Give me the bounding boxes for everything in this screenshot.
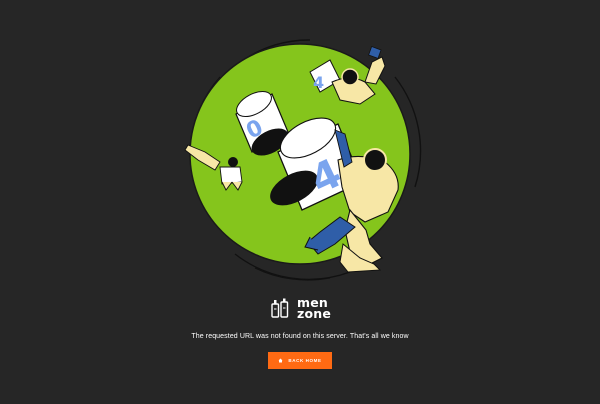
svg-text:4: 4 bbox=[313, 73, 324, 92]
back-home-label: Back home bbox=[288, 358, 322, 363]
back-home-button[interactable]: Back home bbox=[268, 352, 332, 369]
home-icon bbox=[278, 358, 283, 363]
error-404-page: 0 4 4 men zone The requested URL was not… bbox=[0, 0, 600, 404]
logo-wordmark: men zone bbox=[297, 296, 332, 321]
astronaut-404-illustration: 0 4 4 bbox=[184, 39, 422, 281]
menzone-logo[interactable]: men zone bbox=[269, 296, 331, 320]
error-message: The requested URL was not found on this … bbox=[191, 333, 409, 340]
bottles-logo-icon bbox=[271, 298, 289, 318]
logo-line2: zone bbox=[297, 306, 332, 321]
